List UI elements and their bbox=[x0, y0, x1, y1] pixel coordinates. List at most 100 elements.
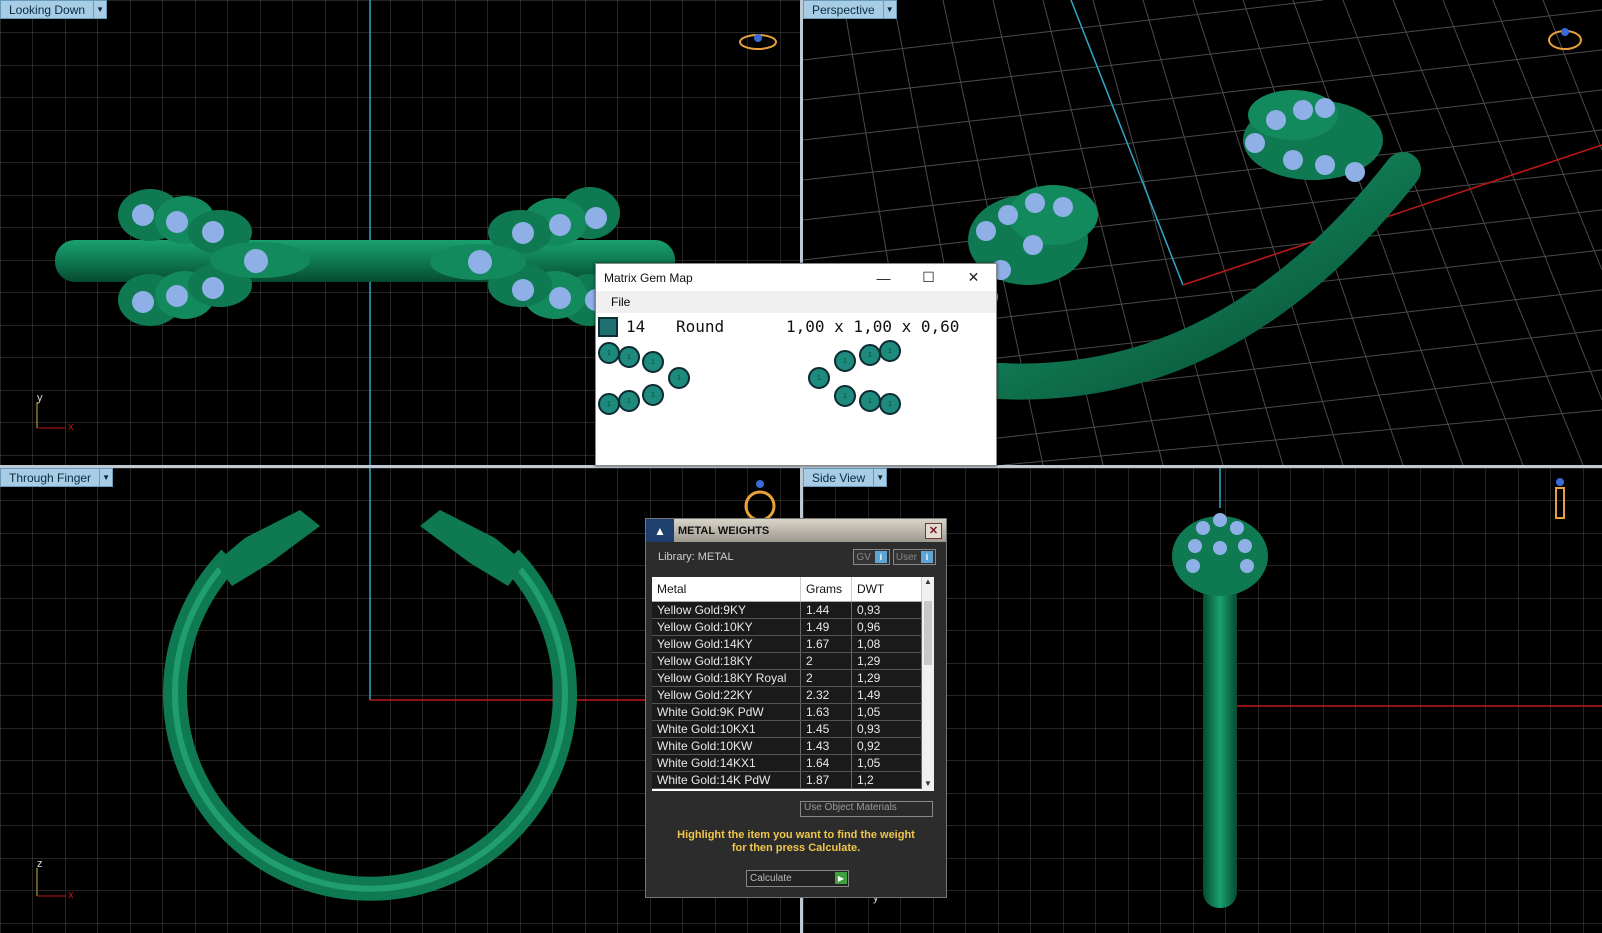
table-row[interactable]: White Gold:10KW 1.43 0,92 bbox=[652, 737, 922, 755]
cell-dwt: 0,92 bbox=[851, 737, 922, 755]
cell-metal: Yellow Gold:22KY bbox=[652, 686, 801, 704]
column-header-grams[interactable]: Grams bbox=[800, 577, 852, 602]
gem-marker[interactable]: 1 bbox=[859, 344, 881, 366]
gem-color-swatch[interactable] bbox=[598, 316, 618, 337]
cell-grams: 1.44 bbox=[800, 601, 852, 619]
gem-map-title: Matrix Gem Map bbox=[604, 270, 693, 285]
gem-marker[interactable]: 1 bbox=[859, 390, 881, 412]
table-row[interactable]: White Gold:9K PdW 1.63 1,05 bbox=[652, 703, 922, 721]
chevron-down-icon[interactable]: ▼ bbox=[874, 468, 888, 487]
cell-dwt: 1,05 bbox=[851, 703, 922, 721]
cell-metal: Yellow Gold:9KY bbox=[652, 601, 801, 619]
cell-grams: 1.63 bbox=[800, 703, 852, 721]
axis-label-x: x bbox=[68, 421, 74, 433]
gv-library-button[interactable]: GV i bbox=[853, 549, 890, 565]
user-library-button[interactable]: User i bbox=[892, 549, 936, 565]
gem-marker[interactable]: 1 bbox=[879, 393, 901, 415]
cell-dwt: 0,93 bbox=[851, 720, 922, 738]
scrollbar-thumb[interactable] bbox=[924, 601, 932, 665]
gem-marker[interactable]: 1 bbox=[598, 342, 620, 364]
cell-metal: White Gold:9K PdW bbox=[652, 703, 801, 721]
table-row[interactable]: Yellow Gold:22KY 2.32 1,49 bbox=[652, 686, 922, 704]
metal-table[interactable]: Metal Grams DWT Yellow Gold:9KY 1.44 0,93 Y… bbox=[652, 577, 934, 791]
info-icon: i bbox=[874, 551, 887, 563]
calculate-button[interactable]: Calculate ▶ bbox=[746, 870, 849, 887]
viewport-label: Side View bbox=[803, 468, 875, 487]
info-icon: i bbox=[921, 551, 933, 563]
table-row[interactable]: White Gold:14K PdW 1.87 1,2 bbox=[652, 771, 922, 789]
chevron-down-icon[interactable]: ▼ bbox=[100, 468, 114, 487]
gem-marker[interactable]: 1 bbox=[834, 385, 856, 407]
metal-weights-panel[interactable]: ▲ METAL WEIGHTS ✕ Library: METAL GV i Use… bbox=[645, 518, 947, 898]
cell-dwt: 1,08 bbox=[851, 635, 922, 653]
library-label: Library: METAL bbox=[658, 551, 734, 563]
gem-map-window[interactable]: Matrix Gem Map — ☐ ✕ File 14 Round 1,00 … bbox=[595, 263, 997, 466]
library-row: Library: METAL GV i User i bbox=[646, 542, 946, 572]
cell-grams: 1.87 bbox=[800, 771, 852, 789]
axis-label-z: z bbox=[37, 858, 43, 870]
viewport-selector-through-finger[interactable]: Through Finger ▼ bbox=[0, 468, 114, 487]
viewport-selector-side-view[interactable]: Side View ▼ bbox=[803, 468, 888, 487]
play-icon: ▶ bbox=[835, 872, 847, 884]
gem-count: 14 bbox=[626, 317, 646, 336]
cell-grams: 1.45 bbox=[800, 720, 852, 738]
cell-dwt: 0,96 bbox=[851, 618, 922, 636]
chevron-down-icon[interactable]: ▼ bbox=[883, 0, 897, 19]
gem-map-titlebar[interactable]: Matrix Gem Map — ☐ ✕ bbox=[596, 264, 996, 291]
gem-marker[interactable]: 1 bbox=[598, 393, 620, 415]
table-row[interactable]: White Gold:14KX1 1.64 1,05 bbox=[652, 754, 922, 772]
viewport-selector-looking-down[interactable]: Looking Down ▼ bbox=[0, 0, 108, 19]
viewport-selector-perspective[interactable]: Perspective ▼ bbox=[803, 0, 897, 19]
maximize-icon[interactable]: ☐ bbox=[906, 269, 951, 286]
use-object-materials-toggle[interactable]: Use Object Materials bbox=[800, 801, 933, 817]
gem-shape: Round bbox=[676, 317, 725, 336]
scroll-down-icon[interactable]: ▼ bbox=[922, 779, 934, 791]
table-row[interactable]: Yellow Gold:9KY 1.44 0,93 bbox=[652, 601, 922, 619]
cell-grams: 2 bbox=[800, 669, 852, 687]
metal-weights-titlebar[interactable]: ▲ METAL WEIGHTS ✕ bbox=[646, 519, 946, 542]
gem-marker[interactable]: 1 bbox=[879, 340, 901, 362]
table-scrollbar[interactable]: ▲ ▼ bbox=[922, 577, 934, 791]
cell-dwt: 1,29 bbox=[851, 652, 922, 670]
cell-metal: Yellow Gold:10KY bbox=[652, 618, 801, 636]
gem-marker[interactable]: 1 bbox=[642, 384, 664, 406]
gem-summary-row[interactable]: 14 Round 1,00 x 1,00 x 0,60 bbox=[596, 313, 996, 340]
scroll-up-icon[interactable]: ▲ bbox=[922, 577, 934, 589]
table-row[interactable]: Yellow Gold:18KY Royal 2 1,29 bbox=[652, 669, 922, 687]
cell-metal: White Gold:10KX1 bbox=[652, 720, 801, 738]
gem-marker[interactable]: 1 bbox=[618, 346, 640, 368]
close-icon[interactable]: ✕ bbox=[925, 522, 942, 539]
gem-marker[interactable]: 1 bbox=[668, 367, 690, 389]
gem-marker[interactable]: 1 bbox=[834, 350, 856, 372]
menu-file[interactable]: File bbox=[611, 295, 630, 309]
table-row[interactable]: Yellow Gold:10KY 1.49 0,96 bbox=[652, 618, 922, 636]
axis-label-y: y bbox=[37, 392, 43, 404]
column-header-metal[interactable]: Metal bbox=[652, 577, 801, 602]
cell-dwt: 1,05 bbox=[851, 754, 922, 772]
cell-grams: 2 bbox=[800, 652, 852, 670]
close-icon[interactable]: ✕ bbox=[951, 269, 996, 286]
gem-size: 1,00 x 1,00 x 0,60 bbox=[786, 317, 960, 336]
gem-map-menubar: File bbox=[596, 291, 996, 313]
minimize-icon[interactable]: — bbox=[861, 270, 906, 286]
instruction-text: Highlight the item you want to find the … bbox=[677, 829, 915, 854]
viewport-label: Looking Down bbox=[0, 0, 95, 19]
cell-metal: Yellow Gold:18KY Royal bbox=[652, 669, 801, 687]
gem-marker[interactable]: 1 bbox=[808, 367, 830, 389]
table-header: Metal Grams DWT bbox=[652, 577, 922, 602]
table-row[interactable]: White Gold:10KX1 1.45 0,93 bbox=[652, 720, 922, 738]
gem-marker[interactable]: 1 bbox=[642, 351, 664, 373]
cell-grams: 1.49 bbox=[800, 618, 852, 636]
table-row[interactable]: Yellow Gold:18KY 2 1,29 bbox=[652, 652, 922, 670]
ring-band bbox=[1203, 568, 1237, 908]
column-header-dwt[interactable]: DWT bbox=[851, 577, 922, 602]
cell-metal: Yellow Gold:14KY bbox=[652, 635, 801, 653]
cell-metal: White Gold:14KX1 bbox=[652, 754, 801, 772]
chevron-down-icon[interactable]: ▼ bbox=[94, 0, 108, 19]
viewport-label: Perspective bbox=[803, 0, 884, 19]
table-row[interactable]: Yellow Gold:14KY 1.67 1,08 bbox=[652, 635, 922, 653]
cell-metal: Yellow Gold:18KY bbox=[652, 652, 801, 670]
gem-marker[interactable]: 1 bbox=[618, 390, 640, 412]
leaf-cluster-right bbox=[1243, 90, 1383, 182]
cell-dwt: 1,49 bbox=[851, 686, 922, 704]
